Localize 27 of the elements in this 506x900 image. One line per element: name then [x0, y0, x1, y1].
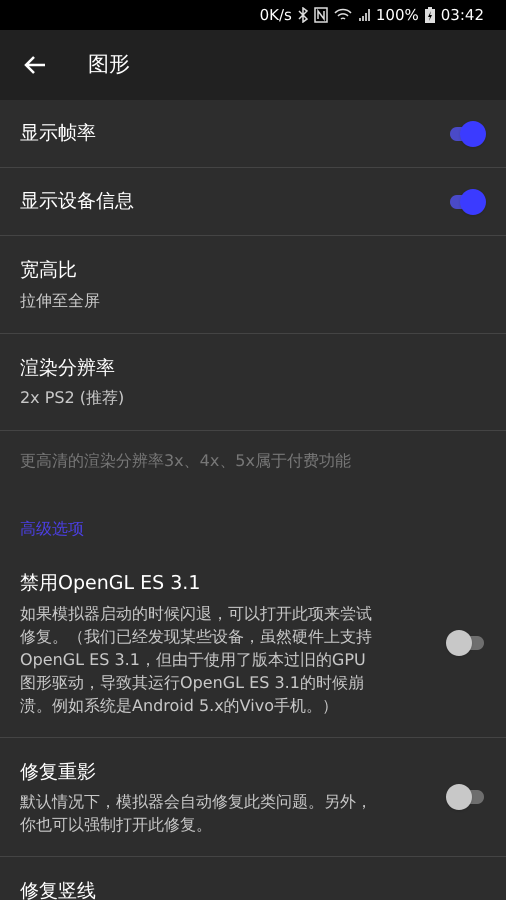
setting-value: 拉伸至全屏	[20, 290, 101, 312]
setting-row[interactable]: 宽高比 拉伸至全屏	[0, 236, 506, 334]
wifi-icon	[334, 8, 352, 22]
bluetooth-icon	[298, 7, 308, 23]
signal-icon	[358, 8, 370, 22]
toggle-switch[interactable]	[446, 628, 486, 657]
page-title: 图形	[88, 51, 130, 78]
battery-percent: 100%	[376, 4, 419, 26]
setting-description: 如果模拟器启动的时候闪退，可以打开此项来尝试修复。（我们已经发现某些设备，虽然硬件上支持OpenGL ES 3.1，但由于使用了版本过旧的GPU图形驱动，导致其运行OpenGL ES 3.1的时候崩溃。例如系统是Android 5.x的Vivo手机。）	[20, 602, 373, 716]
setting-title: 修复竖线	[20, 880, 96, 900]
setting-title: 渲染分辨率	[20, 356, 116, 380]
setting-value: 2x PS2 (推荐)	[20, 387, 126, 409]
back-arrow-icon	[24, 55, 46, 75]
setting-row[interactable]: 渲染分辨率 2x PS2 (推荐)	[0, 334, 506, 431]
setting-title: 修复重影	[20, 760, 97, 784]
nfc-icon	[314, 7, 328, 23]
setting-title: 显示设备信息	[20, 189, 135, 214]
section-header: 高级选项	[20, 519, 84, 538]
toggle-switch[interactable]	[446, 782, 486, 811]
network-speed: 0K/s	[260, 4, 292, 26]
battery-charging-icon	[424, 7, 435, 23]
note-text: 更高清的渲染分辨率3x、4x、5x属于付费功能	[20, 451, 351, 470]
setting-title: 禁用OpenGL ES 3.1	[20, 571, 202, 596]
clock: 03:42	[440, 4, 484, 26]
setting-title: 宽高比	[20, 258, 78, 283]
setting-title: 显示帧率	[20, 121, 97, 146]
setting-description: 默认情况下，模拟器会自动修复此类问题。另外，你也可以强制打开此修复。	[20, 791, 373, 836]
